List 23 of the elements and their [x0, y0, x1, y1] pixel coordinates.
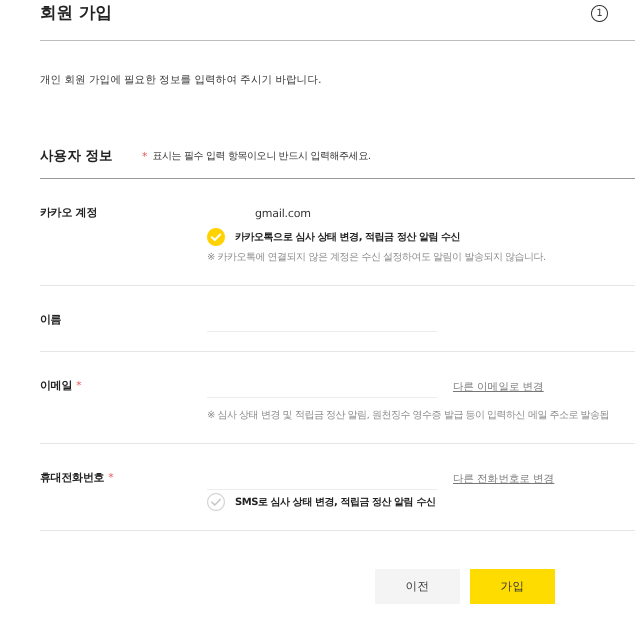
field-label: 이름: [40, 312, 62, 326]
field-label: 카카오 계정: [40, 204, 98, 220]
field-label: 이메일: [40, 378, 72, 392]
consent-checkbox[interactable]: [207, 228, 225, 246]
back-button[interactable]: 이전: [375, 569, 460, 604]
step-number: 1: [591, 5, 608, 22]
intro-text: 개인 회원 가입에 필요한 정보를 입력하여 주시기 바랍니다.: [40, 73, 322, 88]
section-title: 사용자 정보: [40, 147, 113, 166]
consent-label: 카카오톡으로 심사 상태 변경, 적립금 정산 알림 수신: [235, 231, 460, 244]
change-link[interactable]: 다른 이메일로 변경: [453, 380, 544, 394]
consent-checkbox[interactable]: [207, 493, 225, 511]
required-mark: *: [76, 378, 82, 392]
note-text: ※ 심사 상태 변경 및 적립금 정산 알림, 원천징수 영수증 발급 등이 입력하신 메일 주소로 발송됩: [207, 409, 610, 423]
required-mark: *: [142, 150, 148, 162]
note-text: ※ 카카오톡에 연결되지 않은 계정은 수신 설정하여도 알림이 발송되지 않습니다.: [207, 251, 546, 265]
page-title: 회원 가입: [40, 2, 112, 23]
field-label: 휴대전화번호: [40, 470, 104, 484]
change-link[interactable]: 다른 전화번호로 변경: [453, 472, 554, 486]
required-note: 표시는 필수 입력 항목이오니 반드시 입력해주세요.: [152, 150, 371, 163]
consent-label: SMS로 심사 상태 변경, 적립금 정산 알림 수신: [235, 496, 436, 509]
account-email: gmail.com: [254, 206, 311, 222]
join-button[interactable]: 가입: [470, 569, 555, 604]
required-mark: *: [108, 470, 114, 484]
